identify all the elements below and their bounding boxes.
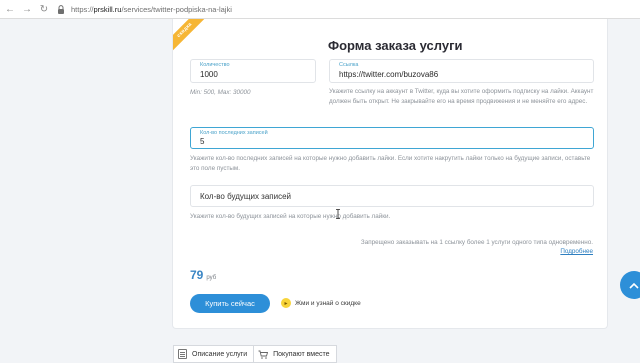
tab-bought-together-label: Покупают вместе [273, 350, 330, 358]
link-hint: Укажите ссылку на аккаунт в Twitter, куд… [329, 88, 594, 105]
tab-bought-together[interactable]: Покупают вместе [254, 345, 337, 363]
text-cursor-icon [336, 206, 340, 219]
arrow-right-icon[interactable]: → [20, 2, 34, 16]
form-title: Форма заказа услуги [328, 38, 463, 53]
discount-text: Жми и узнай о скидке [295, 299, 361, 307]
browser-address-bar: ← → ↻ https://prskill.ru/services/twitte… [0, 0, 640, 19]
quantity-value: 1000 [200, 70, 218, 79]
price-currency: руб [206, 275, 217, 281]
discount-link[interactable]: ▸ Жми и узнай о скидке [281, 298, 361, 308]
last-posts-value: 5 [200, 137, 205, 146]
page: скидка Форма заказа услуги Количество 10… [0, 19, 640, 363]
tab-description[interactable]: Описание услуги [173, 345, 255, 363]
info-tabs: Описание услуги Покупают вместе [173, 345, 337, 363]
more-link[interactable]: Подробнее [560, 248, 593, 255]
quantity-label: Количество [200, 62, 230, 68]
cart-icon [258, 350, 269, 359]
quantity-field[interactable]: Количество 1000 [190, 59, 316, 83]
document-icon [178, 349, 187, 359]
arrow-right-icon: ▸ [281, 298, 291, 308]
order-form-card: скидка Форма заказа услуги Количество 10… [172, 19, 608, 329]
discount-ribbon: скидка [173, 19, 208, 53]
buy-now-button[interactable]: Купить сейчас [190, 294, 270, 313]
future-posts-field[interactable]: Кол-во будущих записей [190, 185, 594, 207]
last-posts-field[interactable]: Кол-во последних записей 5 [190, 127, 594, 149]
last-posts-hint: Укажите кол-во последних записей на кото… [190, 155, 591, 172]
url-path: /services/twitter-podpiska-na-lajki [121, 4, 232, 14]
link-field[interactable]: Ссылка https://twitter.com/buzova86 [329, 59, 594, 83]
url-field[interactable]: https://prskill.ru/services/twitter-podp… [71, 5, 232, 14]
scroll-to-top-button[interactable] [620, 271, 640, 299]
tab-description-label: Описание услуги [192, 350, 248, 358]
reload-icon[interactable]: ↻ [37, 2, 51, 16]
chevron-up-icon [629, 282, 639, 289]
link-value: https://twitter.com/buzova86 [339, 70, 439, 79]
price: 79 руб [190, 266, 216, 284]
price-value: 79 [190, 268, 204, 282]
arrow-left-icon[interactable]: ← [3, 2, 17, 16]
legal-note: Запрещено заказывать на 1 ссылку более 1… [360, 239, 593, 246]
url-scheme: https:// [71, 4, 94, 14]
last-posts-label: Кол-во последних записей [200, 130, 268, 136]
future-posts-placeholder: Кол-во будущих записей [200, 192, 292, 201]
link-label: Ссылка [339, 62, 359, 68]
lock-icon[interactable] [55, 3, 67, 15]
url-host: prskill.ru [93, 4, 122, 14]
future-posts-hint: Укажите кол-во будущих записей на которы… [190, 213, 391, 220]
quantity-hint: Min: 500, Max: 30000 [190, 89, 251, 96]
